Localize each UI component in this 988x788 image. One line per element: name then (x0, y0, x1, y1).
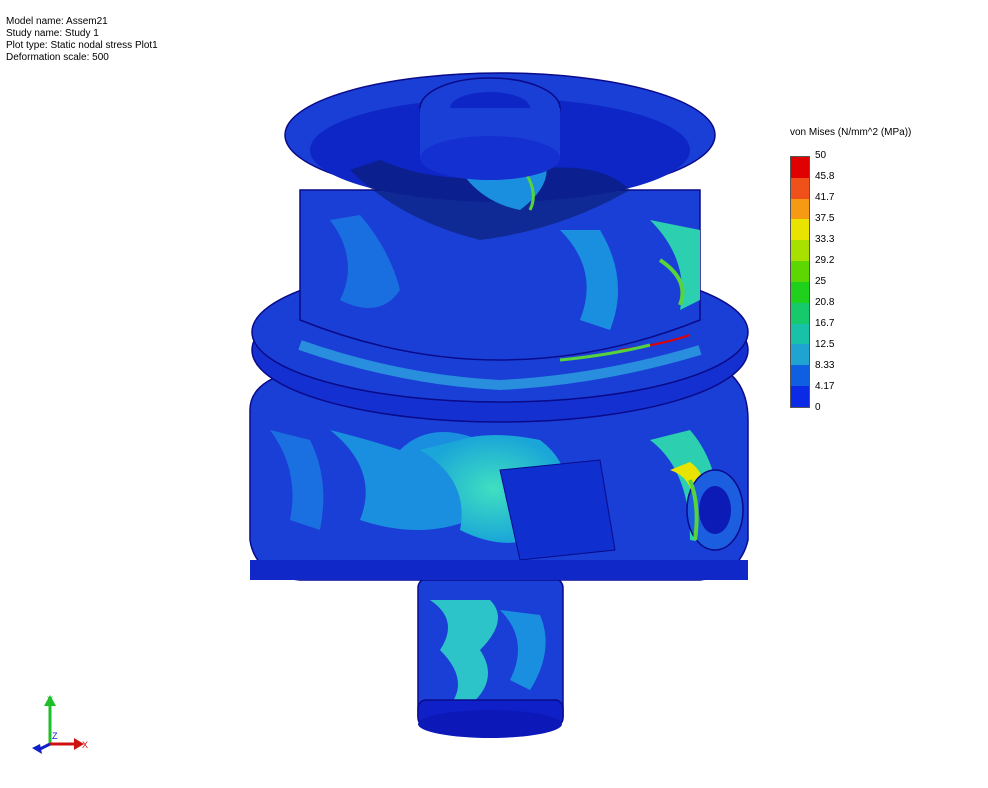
legend-swatch (791, 365, 809, 387)
shaft (417, 577, 564, 738)
stress-plot-model[interactable] (0, 0, 988, 788)
legend-swatch (791, 323, 809, 345)
x-label: X (82, 740, 88, 750)
legend-label: 25 (815, 276, 827, 287)
y-label: Y (47, 695, 53, 705)
legend-label: 50 (815, 150, 827, 161)
legend-label: 29.2 (815, 255, 835, 266)
legend-swatch (791, 302, 809, 324)
legend-label: 12.5 (815, 339, 835, 350)
legend-label: 16.7 (815, 318, 835, 329)
coordinate-triad-icon: Y X Z (32, 695, 88, 754)
legend-color-bar (790, 156, 810, 408)
legend-swatch (791, 157, 809, 178)
legend-swatch (791, 344, 809, 366)
legend-swatch (791, 240, 809, 262)
upper-impeller (284, 72, 716, 361)
z-label: Z (52, 731, 58, 741)
legend-label: 45.8 (815, 171, 835, 182)
legend-label: 37.5 (815, 213, 835, 224)
legend-label: 33.3 (815, 234, 835, 245)
legend-swatch (791, 386, 809, 407)
legend-label: 20.8 (815, 297, 835, 308)
legend-swatch (791, 177, 809, 199)
legend-swatch (791, 219, 809, 241)
legend-swatch (791, 281, 809, 303)
legend-label: 0 (815, 402, 821, 413)
legend-label: 8.33 (815, 360, 835, 371)
legend-label: 41.7 (815, 192, 835, 203)
legend-swatch (791, 261, 809, 282)
legend-label: 4.17 (815, 381, 835, 392)
legend-title: von Mises (N/mm^2 (MPa)) (790, 127, 912, 138)
legend-swatch (791, 198, 809, 220)
